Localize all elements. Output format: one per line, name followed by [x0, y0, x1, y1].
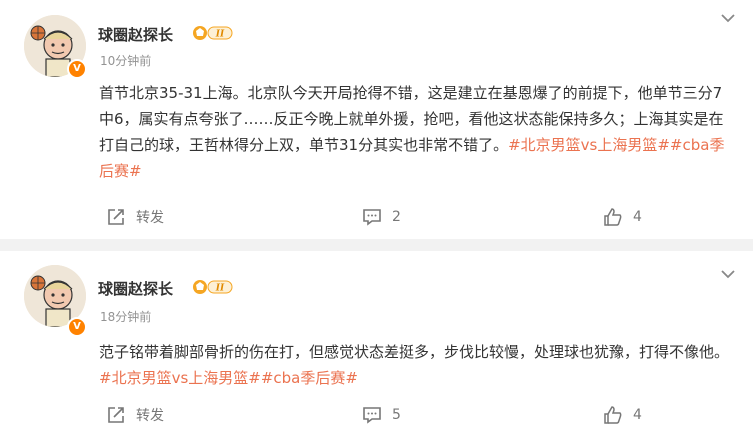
comment-count: 5: [392, 407, 401, 423]
level-badge-icon: II: [193, 280, 233, 294]
level-text: II: [215, 284, 225, 294]
post-body: 范子铭带着脚部骨折的伤在打，但感觉状态差挺多，步伐比较慢，处理球也犹豫，打得不像…: [99, 343, 730, 361]
share-button[interactable]: 转发: [106, 403, 164, 427]
share-icon: [108, 209, 124, 225]
comment-count: 2: [392, 209, 401, 225]
comment-button[interactable]: 5: [362, 403, 401, 427]
post-card: V 球圈赵探长 II 10分钟前 首节北京35-31上海。北京队今天开局抢得不错…: [0, 0, 753, 239]
like-button[interactable]: 4: [603, 205, 642, 229]
level-text: II: [215, 30, 225, 40]
share-button[interactable]: 转发: [106, 205, 164, 229]
level-badge-icon: II: [193, 26, 233, 40]
like-button[interactable]: 4: [603, 403, 642, 427]
user-name[interactable]: 球圈赵探长: [98, 24, 173, 45]
post-text: 范子铭带着脚部骨折的伤在打，但感觉状态差挺多，步伐比较慢，处理球也犹豫，打得不像…: [99, 339, 729, 391]
like-count: 4: [633, 209, 642, 225]
user-name[interactable]: 球圈赵探长: [98, 278, 173, 299]
chevron-down-icon[interactable]: [721, 13, 735, 23]
chevron-down-icon[interactable]: [721, 269, 735, 279]
post-text: 首节北京35-31上海。北京队今天开局抢得不错，这是建立在基恩爆了的前提下，他单…: [99, 80, 729, 184]
share-label: 转发: [136, 408, 164, 424]
comment-button[interactable]: 2: [362, 205, 401, 229]
post-card: V 球圈赵探长 II 18分钟前 范子铭带着脚部骨折的伤在打，但感觉状态差挺多，…: [0, 251, 753, 435]
comment-icon: [363, 209, 381, 226]
comment-icon: [363, 407, 381, 424]
share-label: 转发: [136, 210, 164, 226]
thumbs-up-icon: [604, 208, 622, 226]
action-bar: 转发 5 4: [0, 403, 753, 427]
post-time[interactable]: 10分钟前: [100, 52, 151, 69]
hashtag-link[interactable]: #北京男篮vs上海男篮##cba季后赛#: [99, 369, 358, 387]
share-icon: [108, 407, 124, 423]
like-count: 4: [633, 407, 642, 423]
action-bar: 转发 2 4: [0, 205, 753, 229]
post-time[interactable]: 18分钟前: [100, 308, 151, 325]
thumbs-up-icon: [604, 406, 622, 424]
verified-icon: V: [67, 59, 87, 79]
verified-icon: V: [67, 317, 87, 337]
